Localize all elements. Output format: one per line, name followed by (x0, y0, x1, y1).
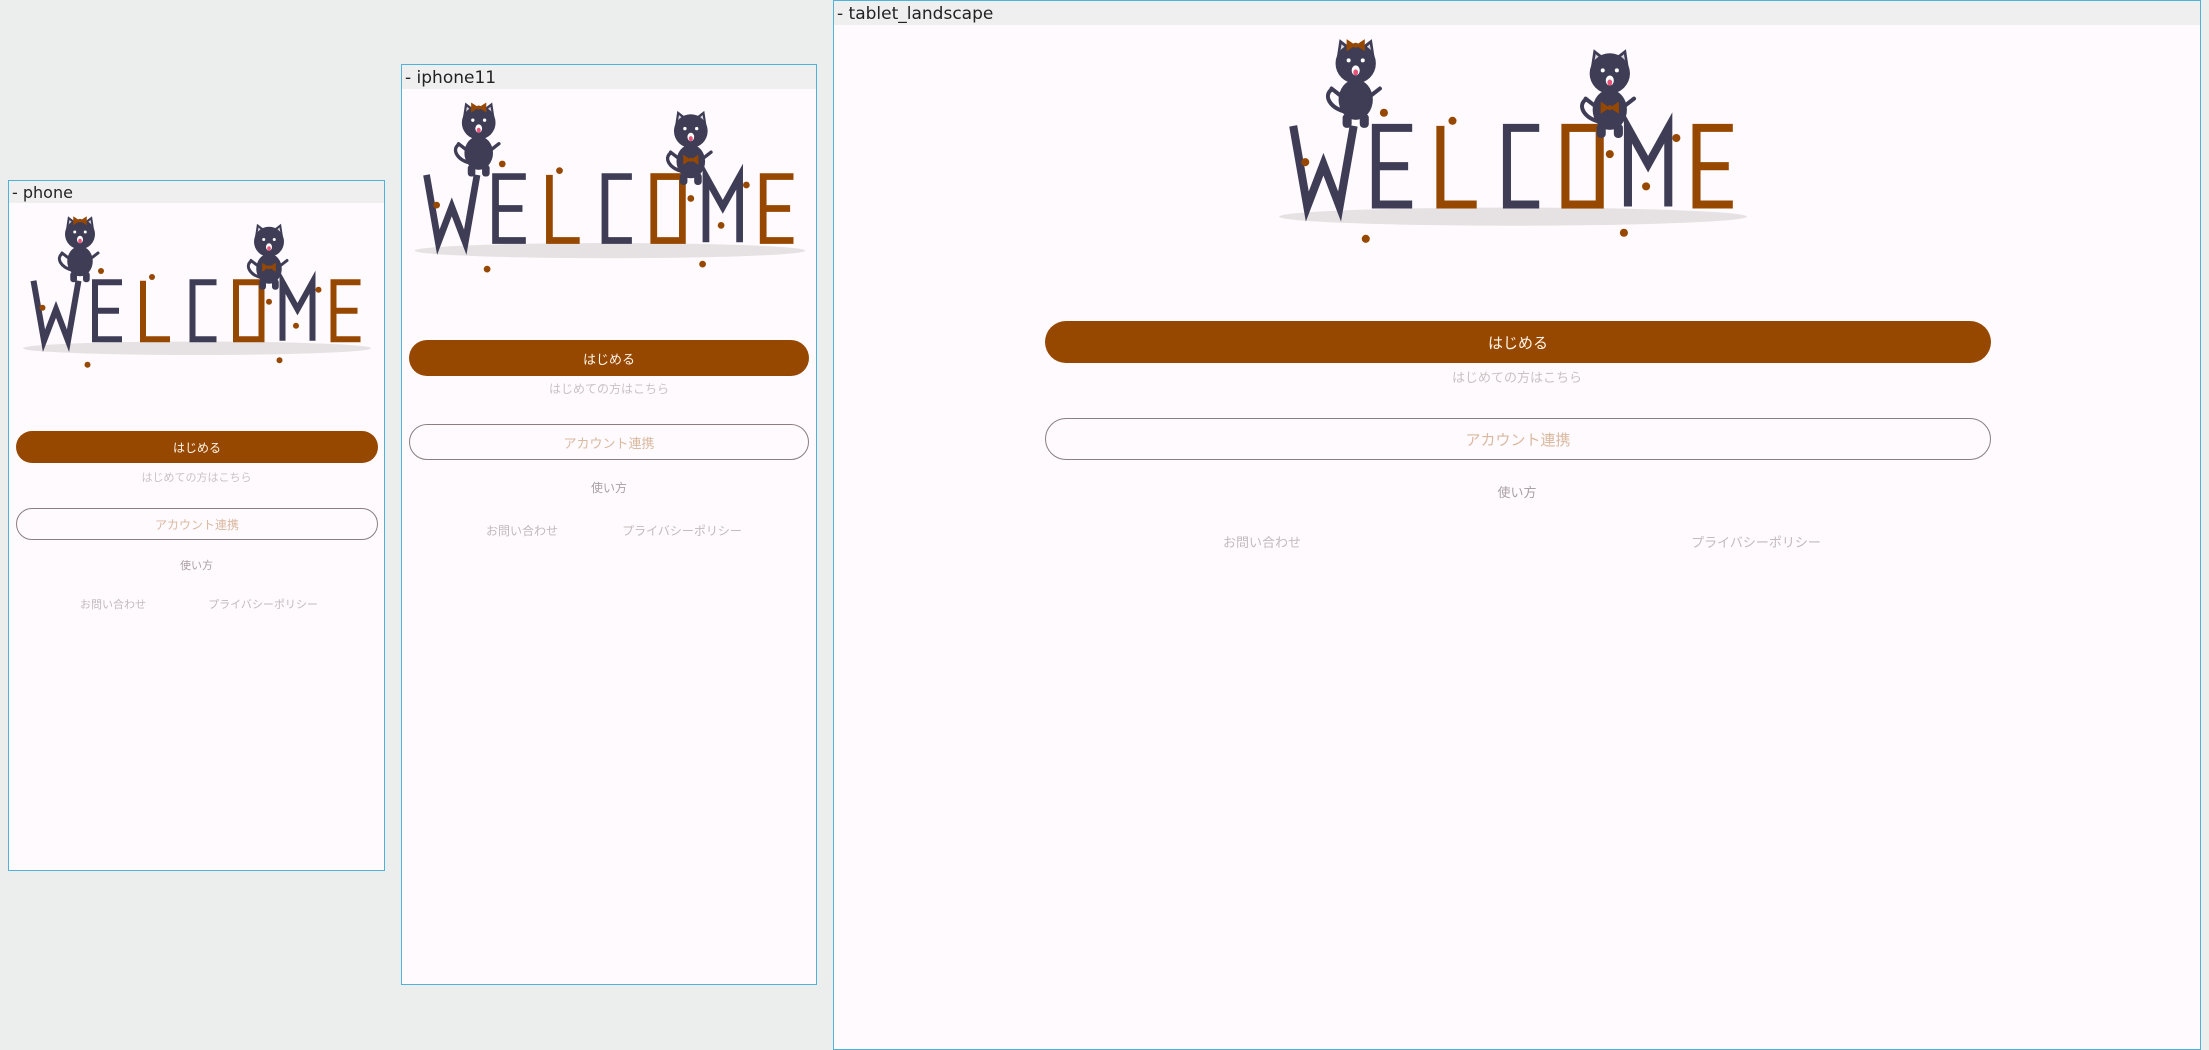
contact-link[interactable]: お問い合わせ (53, 596, 173, 612)
how-to-link[interactable]: 使い方 (9, 557, 384, 573)
welcome-illustration (1271, 35, 1755, 247)
account-link-button[interactable]: アカウント連携 (409, 424, 809, 460)
welcome-illustration (408, 99, 812, 276)
contact-link[interactable]: お問い合わせ (452, 522, 592, 539)
phone-frame: - phone はじめる はじめての方はこちら アカウント連携 使い方 お問い合… (8, 180, 385, 871)
start-button[interactable]: はじめる (16, 431, 378, 463)
welcome-illustration (17, 213, 377, 371)
frame-title: - iphone11 (402, 65, 816, 89)
iphone11-frame: - iphone11 はじめる はじめての方はこちら アカウント連携 使い方 お… (401, 64, 817, 985)
frame-title: - tablet_landscape (834, 1, 2200, 25)
account-link-button[interactable]: アカウント連携 (1045, 418, 1991, 460)
contact-link[interactable]: お問い合わせ (1172, 532, 1352, 551)
start-button[interactable]: はじめる (409, 340, 809, 376)
start-button[interactable]: はじめる (1045, 321, 1991, 363)
first-time-caption[interactable]: はじめての方はこちら (9, 469, 384, 485)
privacy-policy-link[interactable]: プライバシーポリシー (612, 522, 752, 539)
privacy-policy-link[interactable]: プライバシーポリシー (203, 596, 323, 612)
first-time-caption[interactable]: はじめての方はこちら (834, 367, 2200, 386)
how-to-link[interactable]: 使い方 (402, 479, 816, 496)
how-to-link[interactable]: 使い方 (834, 482, 2200, 501)
tablet-landscape-frame: - tablet_landscape はじめる はじめての方はこちら アカウント… (833, 0, 2201, 1050)
account-link-button[interactable]: アカウント連携 (16, 508, 378, 540)
frame-title: - phone (9, 181, 384, 203)
privacy-policy-link[interactable]: プライバシーポリシー (1656, 532, 1856, 551)
first-time-caption[interactable]: はじめての方はこちら (402, 380, 816, 397)
